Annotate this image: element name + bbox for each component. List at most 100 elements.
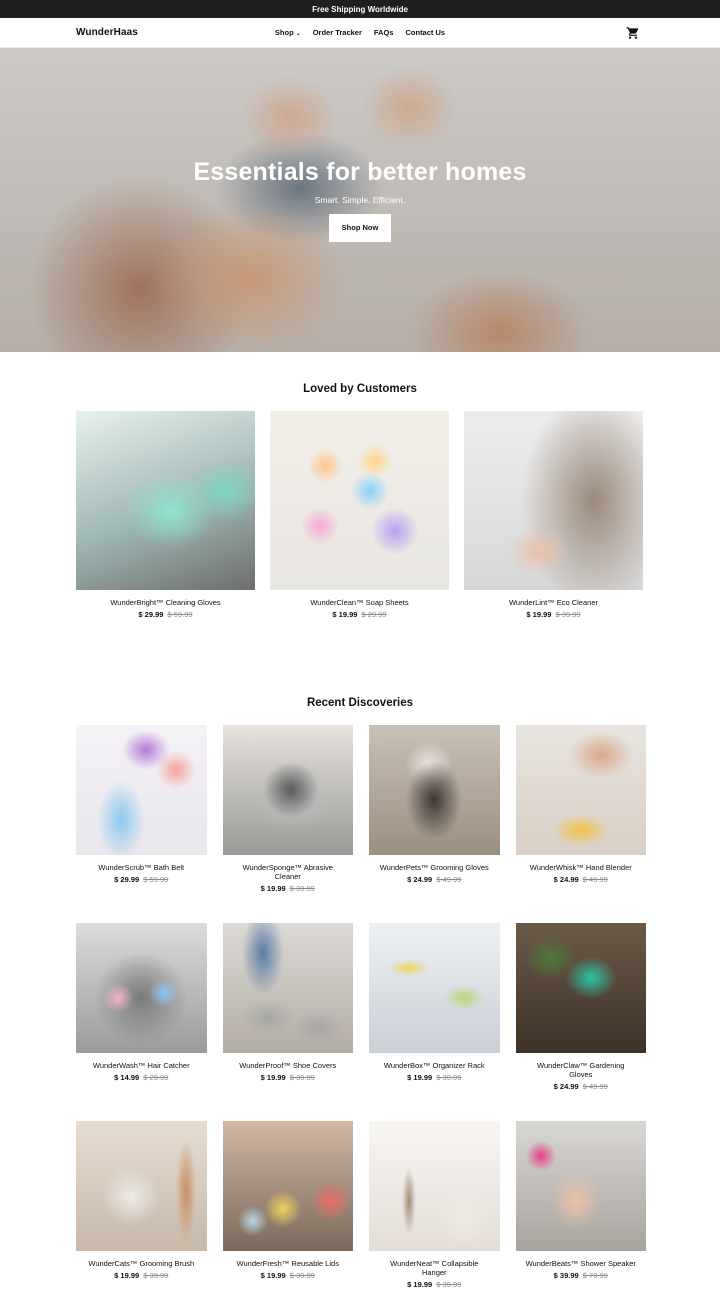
sale-price: $ 19.99: [260, 1271, 286, 1280]
product-image[interactable]: [76, 411, 255, 590]
product-card[interactable]: WunderBright™ Cleaning Gloves $ 29.99 $ …: [76, 411, 255, 619]
product-price: $ 29.99 $ 59.99: [76, 875, 207, 884]
sale-price: $ 19.99: [260, 884, 286, 893]
nav-shop[interactable]: Shop ⌄: [275, 28, 301, 37]
product-image[interactable]: [222, 725, 353, 855]
product-image[interactable]: [464, 411, 643, 590]
compare-price: $ 39.99: [555, 610, 581, 619]
hero-banner: Essentials for better homes Smart. Simpl…: [0, 48, 720, 352]
cart-icon[interactable]: [626, 26, 640, 40]
announcement-text: Free Shipping Worldwide: [312, 4, 408, 14]
product-price: $ 14.99 $ 29.99: [76, 1073, 207, 1082]
product-card[interactable]: WunderSponge™ Abrasive Cleaner $ 19.99 $…: [222, 725, 354, 893]
product-name[interactable]: WunderBright™ Cleaning Gloves: [76, 598, 255, 607]
product-card[interactable]: WunderClaw™ Gardening Gloves $ 24.99 $ 4…: [515, 923, 647, 1091]
product-image[interactable]: [76, 725, 207, 855]
hero-title: Essentials for better homes: [193, 158, 527, 186]
recent-products-row-1: WunderScrub™ Bath Belt $ 29.99 $ 59.99 W…: [76, 725, 720, 893]
product-image[interactable]: [222, 1121, 353, 1251]
product-name[interactable]: WunderCats™ Grooming Brush: [76, 1259, 207, 1268]
product-price: $ 39.99 $ 79.99: [516, 1271, 647, 1280]
product-card[interactable]: WunderCats™ Grooming Brush $ 19.99 $ 39.…: [76, 1121, 207, 1289]
product-image[interactable]: [515, 923, 646, 1053]
announcement-bar: Free Shipping Worldwide: [0, 0, 720, 18]
compare-price: $ 59.99: [143, 875, 169, 884]
nav-faqs[interactable]: FAQs: [374, 28, 394, 37]
product-card[interactable]: WunderBox™ Organizer Rack $ 19.99 $ 39.9…: [369, 923, 500, 1091]
shop-now-button[interactable]: Shop Now: [329, 214, 391, 242]
product-image[interactable]: [369, 725, 500, 855]
product-price: $ 19.99 $ 39.99: [369, 1073, 500, 1082]
product-image[interactable]: [222, 923, 353, 1053]
product-card[interactable]: WunderFresh™ Reusable Lids $ 19.99 $ 39.…: [222, 1121, 354, 1289]
product-image[interactable]: [76, 1121, 207, 1251]
compare-price: $ 39.99: [436, 1073, 462, 1082]
sale-price: $ 24.99: [407, 875, 433, 884]
product-card[interactable]: WunderLint™ Eco Cleaner $ 19.99 $ 39.99: [464, 411, 643, 619]
product-image[interactable]: [270, 411, 449, 590]
product-name[interactable]: WunderFresh™ Reusable Lids: [223, 1259, 354, 1268]
chevron-down-icon: ⌄: [295, 31, 301, 37]
product-name[interactable]: WunderWhisk™ Hand Blender: [516, 863, 647, 872]
sale-price: $ 19.99: [260, 1073, 286, 1082]
compare-price: $ 49.99: [436, 875, 462, 884]
sale-price: $ 29.99: [138, 610, 164, 619]
compare-price: $ 39.99: [289, 1073, 315, 1082]
compare-price: $ 39.99: [289, 884, 315, 893]
product-name[interactable]: WunderBeats™ Shower Speaker: [516, 1259, 647, 1268]
product-name[interactable]: WunderPets™ Grooming Gloves: [369, 863, 500, 872]
product-name[interactable]: WunderBox™ Organizer Rack: [369, 1061, 500, 1070]
product-name[interactable]: WunderClean™ Soap Sheets: [270, 598, 449, 607]
product-name[interactable]: WunderProof™ Shoe Covers: [223, 1061, 354, 1070]
compare-price: $ 79.99: [582, 1271, 608, 1280]
recent-section-title: Recent Discoveries: [306, 697, 414, 709]
site-header: WunderHaas Shop ⌄ Order Tracker FAQs Cont…: [0, 18, 720, 48]
sale-price: $ 24.99: [553, 875, 579, 884]
product-name[interactable]: WunderLint™ Eco Cleaner: [464, 598, 643, 607]
product-name[interactable]: WunderNeat™ Collapsible Hanger: [369, 1259, 500, 1277]
product-image[interactable]: [369, 1121, 500, 1251]
product-name[interactable]: WunderWash™ Hair Catcher: [76, 1061, 207, 1070]
sale-price: $ 19.99: [407, 1280, 433, 1289]
product-image[interactable]: [515, 1121, 646, 1251]
sale-price: $ 39.99: [553, 1271, 579, 1280]
nav-shop-label: Shop: [274, 28, 294, 37]
product-card[interactable]: WunderPets™ Grooming Gloves $ 24.99 $ 49…: [369, 725, 500, 893]
loved-products-grid: WunderBright™ Cleaning Gloves $ 29.99 $ …: [76, 411, 720, 619]
sale-price: $ 19.99: [526, 610, 552, 619]
product-image[interactable]: [369, 923, 500, 1053]
sale-price: $ 24.99: [553, 1082, 579, 1091]
product-price: $ 19.99 $ 39.99: [464, 610, 643, 619]
nav-contact-us[interactable]: Contact Us: [405, 28, 445, 37]
hero-content: Essentials for better homes Smart. Simpl…: [0, 158, 720, 242]
compare-price: $ 49.99: [582, 875, 608, 884]
sale-price: $ 19.99: [407, 1073, 433, 1082]
recent-products-row-2: WunderWash™ Hair Catcher $ 14.99 $ 29.99…: [76, 923, 720, 1091]
product-card[interactable]: WunderNeat™ Collapsible Hanger $ 19.99 $…: [369, 1121, 500, 1289]
sale-price: $ 14.99: [114, 1073, 140, 1082]
compare-price: $ 39.99: [143, 1271, 169, 1280]
product-price: $ 19.99 $ 39.99: [76, 1271, 207, 1280]
sale-price: $ 19.99: [114, 1271, 140, 1280]
product-name[interactable]: WunderScrub™ Bath Belt: [76, 863, 207, 872]
product-price: $ 24.99 $ 49.99: [516, 875, 647, 884]
product-name[interactable]: WunderClaw™ Gardening Gloves: [516, 1061, 647, 1079]
product-card[interactable]: WunderClean™ Soap Sheets $ 19.99 $ 29.99: [270, 411, 449, 619]
compare-price: $ 29.99: [361, 610, 387, 619]
recent-products-row-3: WunderCats™ Grooming Brush $ 19.99 $ 39.…: [76, 1121, 720, 1289]
product-image[interactable]: [515, 725, 646, 855]
product-image[interactable]: [76, 923, 207, 1053]
product-price: $ 24.99 $ 49.99: [516, 1082, 647, 1091]
nav-order-tracker[interactable]: Order Tracker: [313, 28, 362, 37]
main-nav: Shop ⌄ Order Tracker FAQs Contact Us: [0, 28, 720, 37]
sale-price: $ 19.99: [332, 610, 358, 619]
product-card[interactable]: WunderScrub™ Bath Belt $ 29.99 $ 59.99: [76, 725, 207, 893]
product-card[interactable]: WunderWash™ Hair Catcher $ 14.99 $ 29.99: [76, 923, 207, 1091]
product-card[interactable]: WunderBeats™ Shower Speaker $ 39.99 $ 79…: [515, 1121, 647, 1289]
product-card[interactable]: WunderProof™ Shoe Covers $ 19.99 $ 39.99: [222, 923, 354, 1091]
product-card[interactable]: WunderWhisk™ Hand Blender $ 24.99 $ 49.9…: [515, 725, 647, 893]
compare-price: $ 49.99: [582, 1082, 608, 1091]
compare-price: $ 59.99: [167, 610, 193, 619]
compare-price: $ 29.99: [143, 1073, 169, 1082]
product-name[interactable]: WunderSponge™ Abrasive Cleaner: [223, 863, 354, 881]
